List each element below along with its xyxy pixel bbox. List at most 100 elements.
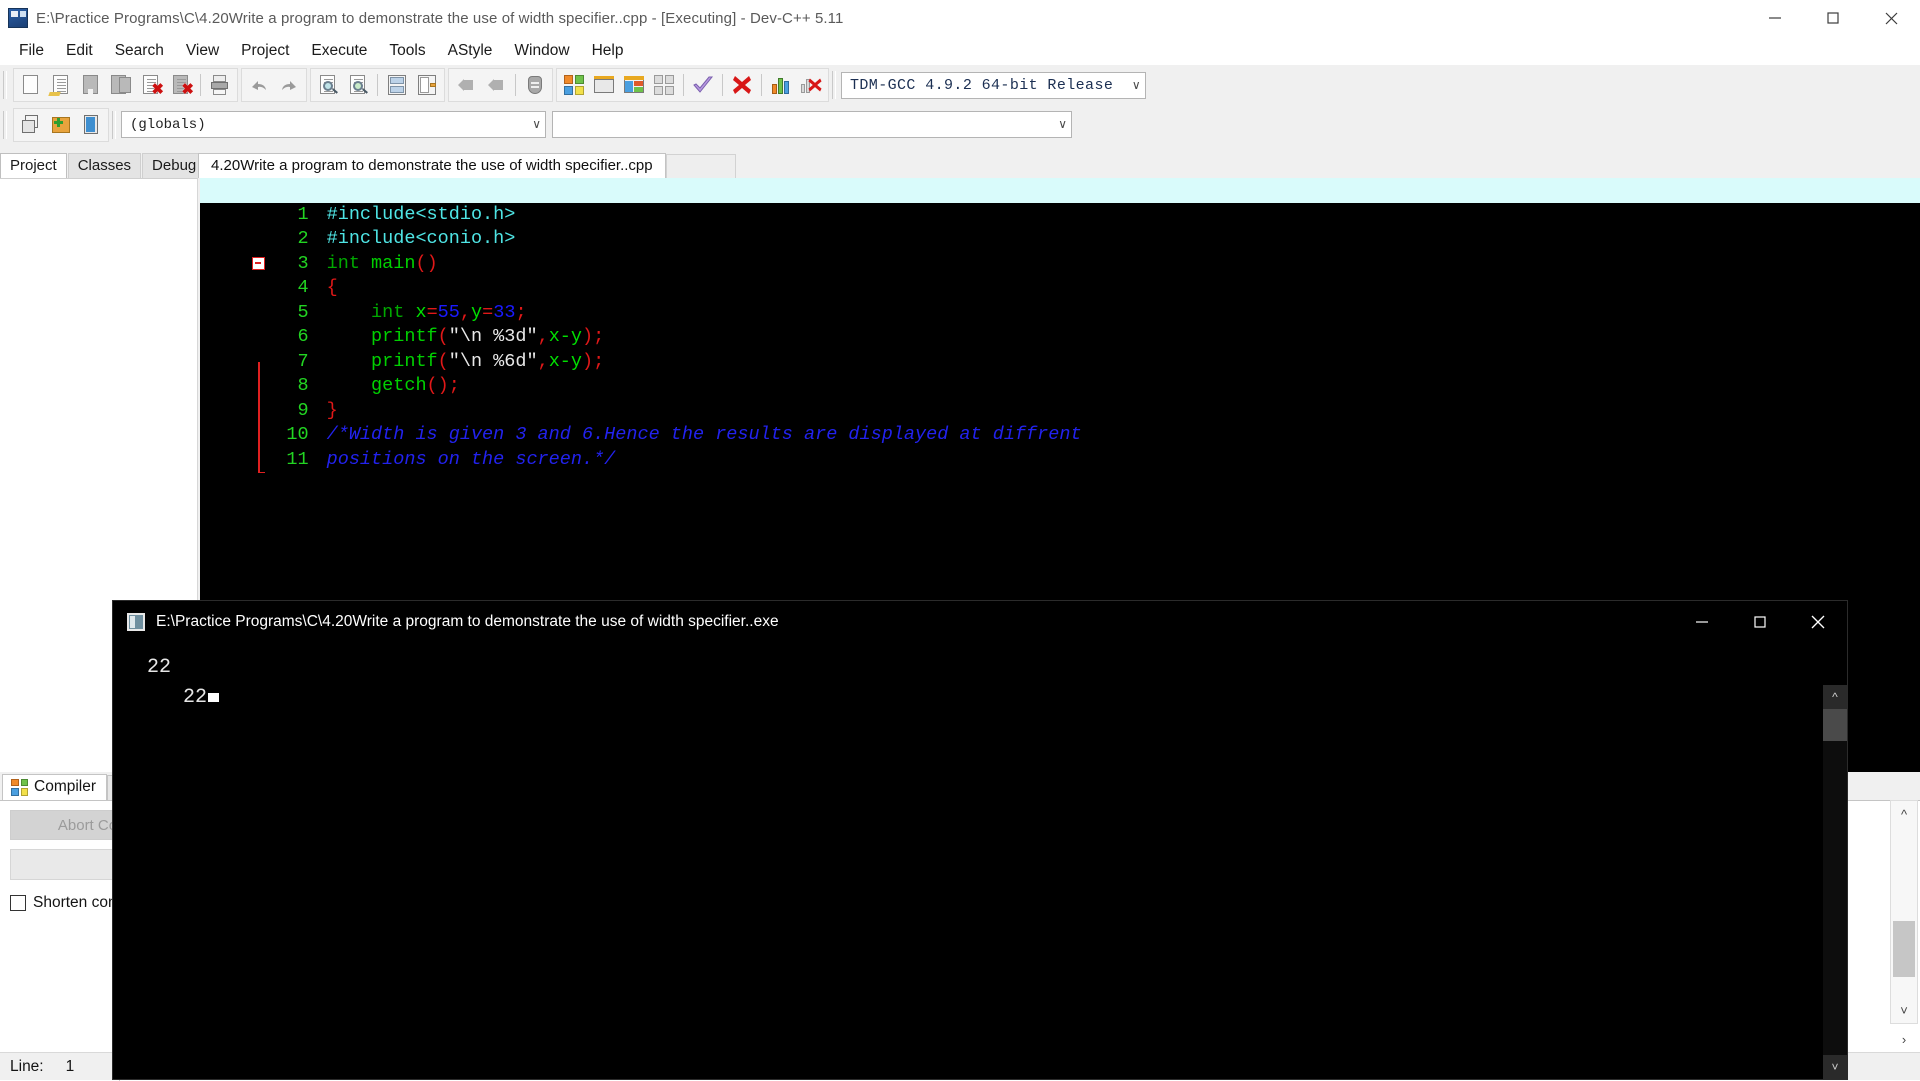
toggle-bookmark-icon[interactable] — [521, 71, 549, 99]
profile-icon[interactable] — [767, 71, 795, 99]
menu-item-file[interactable]: File — [8, 39, 55, 63]
console-cursor — [208, 693, 220, 702]
compiler-select-value: TDM-GCC 4.9.2 64-bit Release — [850, 76, 1114, 94]
project-options-icon[interactable] — [77, 111, 105, 139]
menu-item-help[interactable]: Help — [581, 39, 635, 63]
back-icon[interactable] — [452, 71, 480, 99]
toolbar-grip[interactable] — [3, 110, 7, 139]
stop-execution-icon[interactable] — [728, 71, 756, 99]
scroll-up-icon[interactable]: ^ — [1891, 801, 1917, 827]
code-line[interactable]: 11 positions on the screen.*/ — [200, 423, 1920, 472]
console-output-line-1: 22 — [135, 656, 172, 679]
compiler-select[interactable]: TDM-GCC 4.9.2 64-bit Release ∨ — [841, 71, 1146, 99]
save-file-icon[interactable] — [77, 71, 105, 99]
menu-item-edit[interactable]: Edit — [55, 39, 104, 63]
rebuild-all-icon[interactable] — [650, 71, 678, 99]
window-controls — [1746, 0, 1920, 36]
close-all-files-icon[interactable]: ✖ — [167, 71, 195, 99]
code-line[interactable]: 4{ — [200, 252, 1920, 473]
tab-classes[interactable]: Classes — [67, 153, 142, 178]
scope-select[interactable]: (globals) ∨ — [121, 111, 546, 138]
menu-item-search[interactable]: Search — [104, 39, 175, 63]
tab-compiler-label: Compiler — [34, 778, 97, 795]
code-line[interactable]: 6 printf("\n %3d",x-y); — [200, 301, 1920, 350]
console-scroll-thumb[interactable] — [1823, 709, 1847, 741]
forward-icon[interactable] — [482, 71, 510, 99]
toolbar-group-search — [310, 68, 445, 102]
tab-compiler[interactable]: Compiler — [2, 774, 108, 800]
dev-cpp-app-icon — [8, 8, 28, 28]
compile-icon[interactable] — [560, 71, 588, 99]
scroll-thumb[interactable] — [1893, 921, 1915, 977]
editor-tab-active[interactable]: 4.20Write a program to demonstrate the u… — [198, 153, 666, 178]
menu-bar: File Edit Search View Project Execute To… — [0, 36, 1920, 65]
minimize-icon[interactable] — [1746, 0, 1804, 36]
menu-item-view[interactable]: View — [175, 39, 230, 63]
console-scroll-up-icon[interactable]: ^ — [1823, 685, 1847, 709]
code-line[interactable]: 9} — [200, 374, 1920, 423]
console-output-area[interactable]: 22 22 ^ ˅ — [113, 643, 1847, 1079]
new-file-icon[interactable] — [17, 71, 45, 99]
code-line[interactable]: 1 #include<stdio.h> — [200, 178, 1920, 227]
scroll-right-icon[interactable]: › — [1894, 1029, 1914, 1049]
console-output-line-2: 22 — [135, 686, 208, 709]
replace-icon[interactable] — [344, 71, 372, 99]
run-icon[interactable] — [590, 71, 618, 99]
console-scroll-down-icon[interactable]: ˅ — [1823, 1055, 1847, 1079]
compiler-panel-vscrollbar[interactable]: ^ ˅ — [1890, 800, 1918, 1024]
toolbar-separator — [683, 74, 684, 96]
console-close-icon[interactable] — [1789, 601, 1847, 643]
add-to-project-icon[interactable] — [47, 111, 75, 139]
status-line-cell: Line: 1 — [0, 1052, 120, 1081]
menu-item-tools[interactable]: Tools — [378, 39, 436, 63]
menu-item-project[interactable]: Project — [230, 39, 300, 63]
console-vscrollbar[interactable]: ^ ˅ — [1823, 685, 1847, 1079]
code-line[interactable]: 5 int x=55,y=33; — [200, 276, 1920, 325]
maximize-icon[interactable] — [1804, 0, 1862, 36]
redo-icon[interactable] — [275, 71, 303, 99]
toolbar-grip[interactable] — [3, 71, 7, 99]
find-icon[interactable] — [314, 71, 342, 99]
menu-item-execute[interactable]: Execute — [300, 39, 378, 63]
main-toolbar: ✖ ✖ TDM-GCC 4.9.2 64-bit Release ∨ — [0, 65, 1920, 105]
undo-icon[interactable] — [245, 71, 273, 99]
console-output-text: 22 22 — [135, 653, 220, 713]
toolbar-grip[interactable] — [832, 71, 836, 99]
open-file-icon[interactable] — [47, 71, 75, 99]
goto-function-icon[interactable] — [413, 71, 441, 99]
code-line[interactable]: 2 #include<conio.h> — [200, 203, 1920, 252]
console-minimize-icon[interactable] — [1673, 601, 1731, 643]
toolbar-grip[interactable] — [112, 110, 116, 139]
code-line[interactable]: 7 printf("\n %6d",x-y); — [200, 325, 1920, 374]
console-title-bar: E:\Practice Programs\C\4.20Write a progr… — [113, 601, 1847, 643]
fold-collapse-icon[interactable] — [252, 256, 265, 270]
menu-item-window[interactable]: Window — [503, 39, 580, 63]
console-maximize-icon[interactable] — [1731, 601, 1789, 643]
console-window-controls — [1673, 601, 1847, 643]
code-line[interactable]: 3 int main() — [200, 227, 1920, 276]
print-icon[interactable] — [206, 71, 234, 99]
scroll-down-icon[interactable]: ˅ — [1891, 997, 1917, 1023]
compiler-tab-icon — [11, 778, 28, 796]
tab-project[interactable]: Project — [0, 153, 67, 178]
goto-line-icon[interactable] — [383, 71, 411, 99]
window-title-text: E:\Practice Programs\C\4.20Write a progr… — [36, 9, 844, 27]
compile-and-run-icon[interactable] — [620, 71, 648, 99]
tab-debug[interactable]: Debug — [142, 153, 207, 178]
delete-profile-icon[interactable] — [797, 71, 825, 99]
code-line[interactable]: 8 getch(); — [200, 350, 1920, 399]
member-select[interactable]: ∨ — [552, 111, 1072, 138]
program-console-window[interactable]: E:\Practice Programs\C\4.20Write a progr… — [112, 600, 1848, 1080]
close-icon[interactable] — [1862, 0, 1920, 36]
chevron-down-icon: ∨ — [1131, 78, 1141, 93]
menu-item-astyle[interactable]: AStyle — [437, 39, 504, 63]
save-all-icon[interactable] — [107, 71, 135, 99]
line-number: 11 — [266, 447, 315, 472]
shorten-paths-checkbox[interactable] — [10, 895, 26, 911]
close-file-icon[interactable]: ✖ — [137, 71, 165, 99]
code-line[interactable]: 10/*Width is given 3 and 6.Hence the res… — [200, 399, 1920, 448]
new-project-icon[interactable] — [17, 111, 45, 139]
chevron-down-icon: ∨ — [532, 118, 541, 132]
syntax-check-icon[interactable] — [689, 71, 717, 99]
scope-select-value: (globals) — [130, 116, 206, 133]
